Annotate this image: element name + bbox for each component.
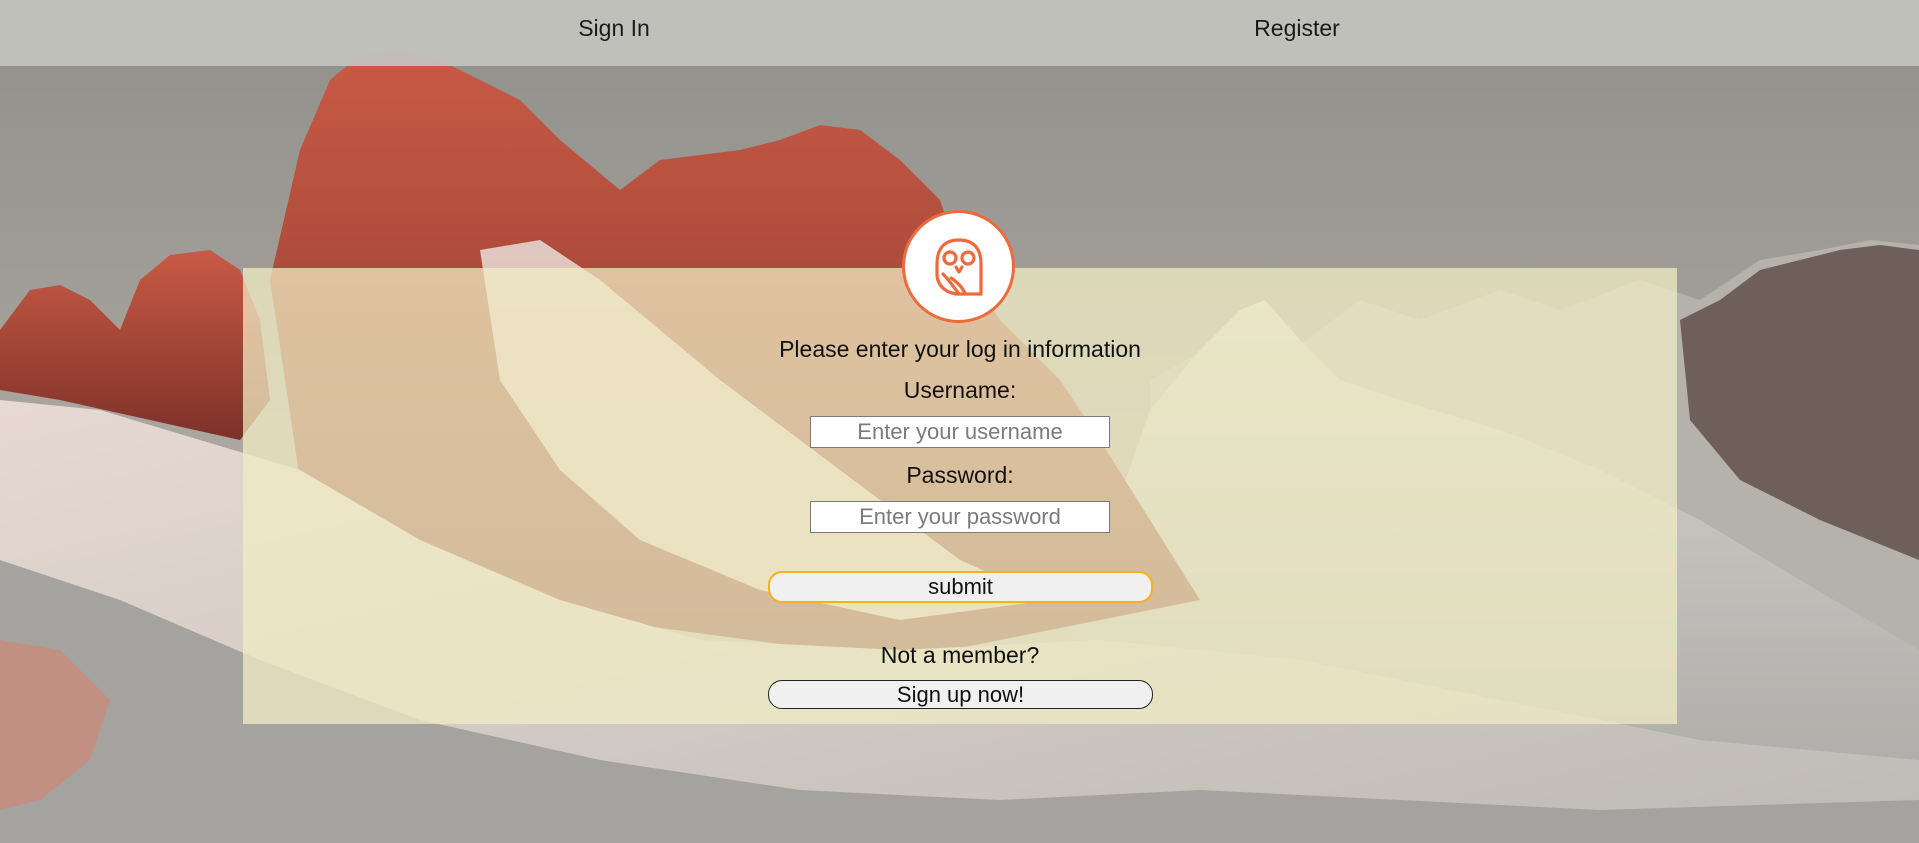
password-label: Password: xyxy=(906,462,1014,488)
owl-logo xyxy=(902,210,1015,323)
username-input[interactable] xyxy=(810,416,1110,448)
nav-sign-in-link[interactable]: Sign In xyxy=(578,0,650,56)
not-a-member-text: Not a member? xyxy=(880,642,1040,668)
sign-up-button[interactable]: Sign up now! xyxy=(768,680,1153,709)
password-input[interactable] xyxy=(810,501,1110,533)
nav-register-link[interactable]: Register xyxy=(1254,0,1340,56)
owl-icon xyxy=(934,237,983,296)
top-nav-bar: Sign In Register xyxy=(0,0,1919,66)
submit-button[interactable]: submit xyxy=(768,571,1153,603)
login-prompt-text: Please enter your log in information xyxy=(779,336,1141,362)
username-label: Username: xyxy=(903,377,1017,403)
